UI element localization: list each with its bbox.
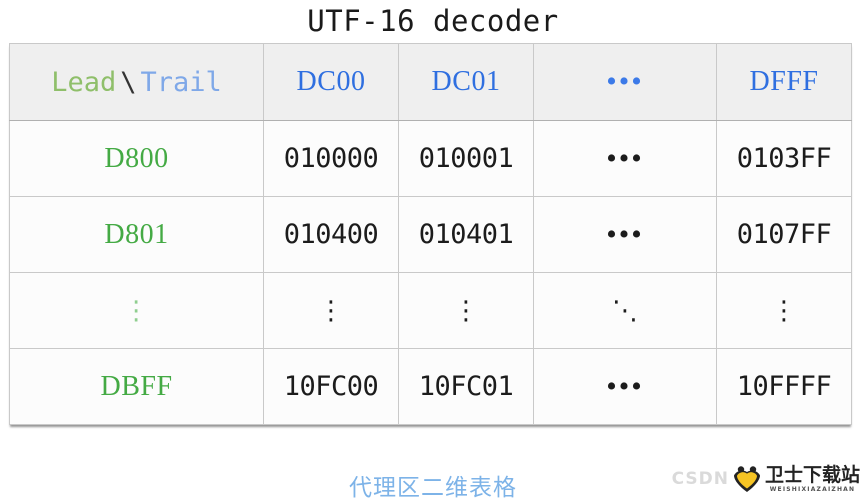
row-header-d800: D800	[9, 120, 264, 197]
table-row: DBFF 10FC00 10FC01 ••• 10FFFF	[9, 348, 852, 425]
page-title: UTF-16 decoder	[307, 4, 559, 38]
column-header-dc00: DC00	[263, 43, 399, 121]
table-row-ellipsis: ⋮ ⋮ ⋮ ⋱ ⋮	[9, 272, 852, 349]
table-corner-cell: Lead \ Trail	[9, 43, 264, 121]
screenshot-root: UTF-16 decoder Lead \ Trail DC00 DC01 ••• …	[0, 0, 866, 501]
cell-d800-ellipsis: •••	[533, 120, 717, 197]
heart-mascot-icon	[732, 464, 762, 494]
column-header-dfff: DFFF	[716, 43, 852, 121]
corner-trail-label: Trail	[140, 66, 222, 98]
utf16-decoder-table-container: Lead \ Trail DC00 DC01 ••• DFFF D800 01000…	[9, 43, 852, 425]
table-header-row: Lead \ Trail DC00 DC01 ••• DFFF	[9, 43, 852, 121]
cell-d801-dc00: 010400	[263, 196, 399, 273]
cell-d801-dfff: 0107FF	[716, 196, 852, 273]
cell-dbff-dc01: 10FC01	[398, 348, 534, 425]
utf16-decoder-table: Lead \ Trail DC00 DC01 ••• DFFF D800 01000…	[9, 43, 852, 425]
corner-separator: \	[120, 66, 137, 98]
table-row: D800 010000 010001 ••• 0103FF	[9, 120, 852, 197]
cell-d801-dc01: 010401	[398, 196, 534, 273]
cell-d800-dc00: 010000	[263, 120, 399, 197]
cell-d800-dc01: 010001	[398, 120, 534, 197]
cell-diagonal-ellipsis: ⋱	[533, 272, 717, 349]
watermark-source-text: CSDN	[671, 469, 729, 489]
row-header-dbff: DBFF	[9, 348, 264, 425]
watermark-brand: 卫士下载站 WEISHIXIAZAIZHAN	[764, 463, 860, 493]
cell-ellipsis-dc01: ⋮	[398, 272, 534, 349]
column-header-ellipsis: •••	[533, 43, 717, 121]
watermark-brand-cn: 卫士下载站	[764, 463, 860, 486]
watermark: CSDN 卫士下载站 WEISHIXIAZAIZHAN	[672, 462, 860, 496]
cell-dbff-ellipsis: •••	[533, 348, 717, 425]
row-header-d801: D801	[9, 196, 264, 273]
cell-ellipsis-dc00: ⋮	[263, 272, 399, 349]
cell-dbff-dfff: 10FFFF	[716, 348, 852, 425]
row-header-vertical-ellipsis: ⋮	[9, 272, 264, 349]
cell-ellipsis-dfff: ⋮	[716, 272, 852, 349]
cell-d801-ellipsis: •••	[533, 196, 717, 273]
cell-d800-dfff: 0103FF	[716, 120, 852, 197]
watermark-brand-pinyin: WEISHIXIAZAIZHAN	[769, 485, 856, 493]
table-row: D801 010400 010401 ••• 0107FF	[9, 196, 852, 273]
cell-dbff-dc00: 10FC00	[263, 348, 399, 425]
corner-lead-label: Lead	[51, 66, 117, 98]
column-header-dc01: DC01	[398, 43, 534, 121]
